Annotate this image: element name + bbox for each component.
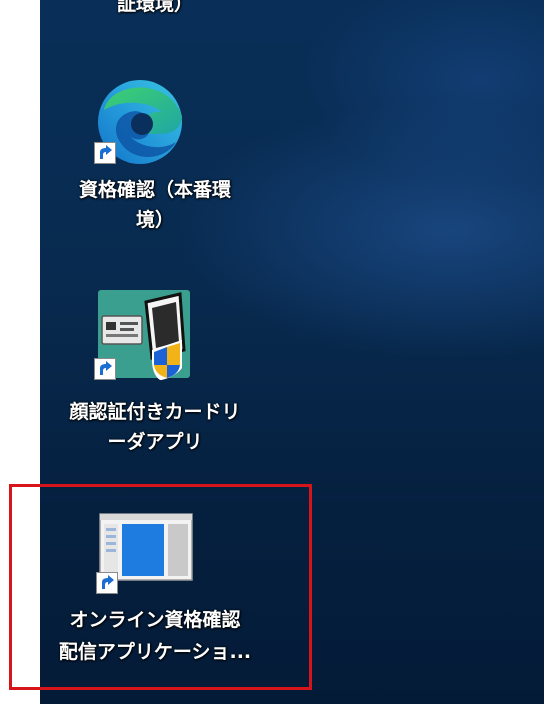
desktop-icon-label-online-qualification-1[interactable]: オンライン資格確認 [40,606,270,634]
shortcut-arrow-icon [96,572,118,594]
desktop-icon-label-card-reader-2[interactable]: ーダアプリ [40,428,270,456]
desktop-icon-edge-production[interactable] [90,72,200,172]
screenshot: 証環境） 資格確認（本番環 境） 顔認証付きカードリ ーダアプリ オンライン資格… [0,0,544,704]
desktop-icon-label-online-qualification-2[interactable]: 配信アプリケーショ... [40,638,270,666]
desktop-icon-card-reader[interactable] [94,288,194,384]
desktop-icon-label-edge-production-2[interactable]: 境） [40,206,270,234]
shortcut-arrow-icon [94,358,116,380]
desktop-icon-label-edge-production-1[interactable]: 資格確認（本番環 [40,176,270,204]
desktop-icon-label-edge-partial[interactable]: 証環境） [40,0,270,18]
desktop-icon-online-qualification[interactable] [96,512,196,596]
desktop-icon-label-card-reader-1[interactable]: 顔認証付きカードリ [40,398,270,426]
shortcut-arrow-icon [94,142,116,164]
